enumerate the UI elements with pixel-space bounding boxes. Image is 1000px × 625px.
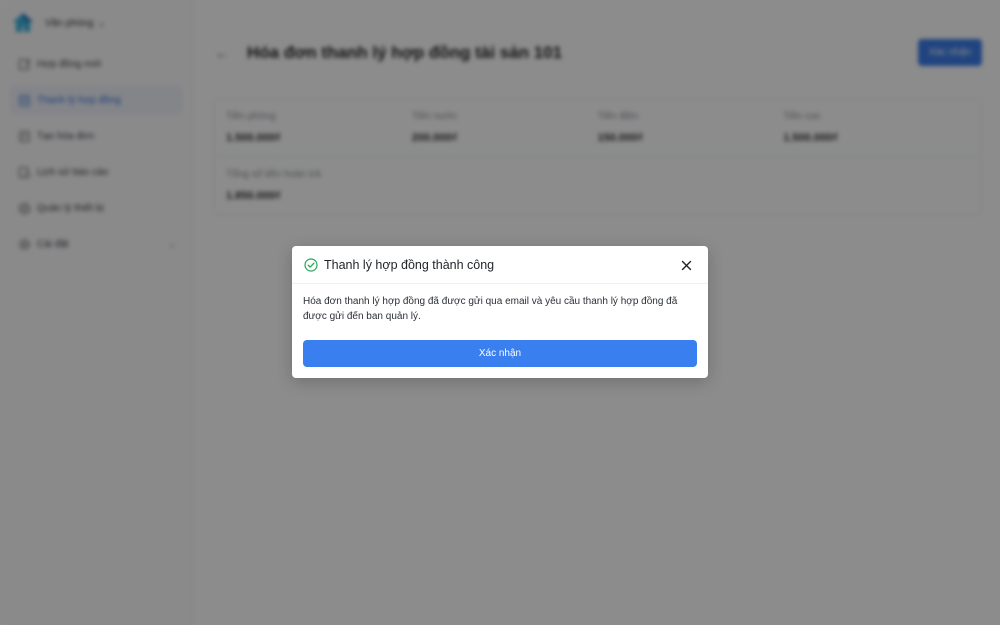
dialog-title: Thanh lý hợp đồng thành công [324, 257, 495, 272]
check-circle-icon [304, 257, 318, 272]
success-dialog: Thanh lý hợp đồng thành công Hóa đơn tha… [292, 246, 708, 378]
confirm-button[interactable]: Xác nhận [303, 340, 697, 367]
dialog-message: Hóa đơn thanh lý hợp đồng đã được gửi qu… [303, 296, 678, 322]
close-icon[interactable] [678, 257, 694, 273]
dialog-header: Thanh lý hợp đồng thành công [292, 246, 708, 284]
